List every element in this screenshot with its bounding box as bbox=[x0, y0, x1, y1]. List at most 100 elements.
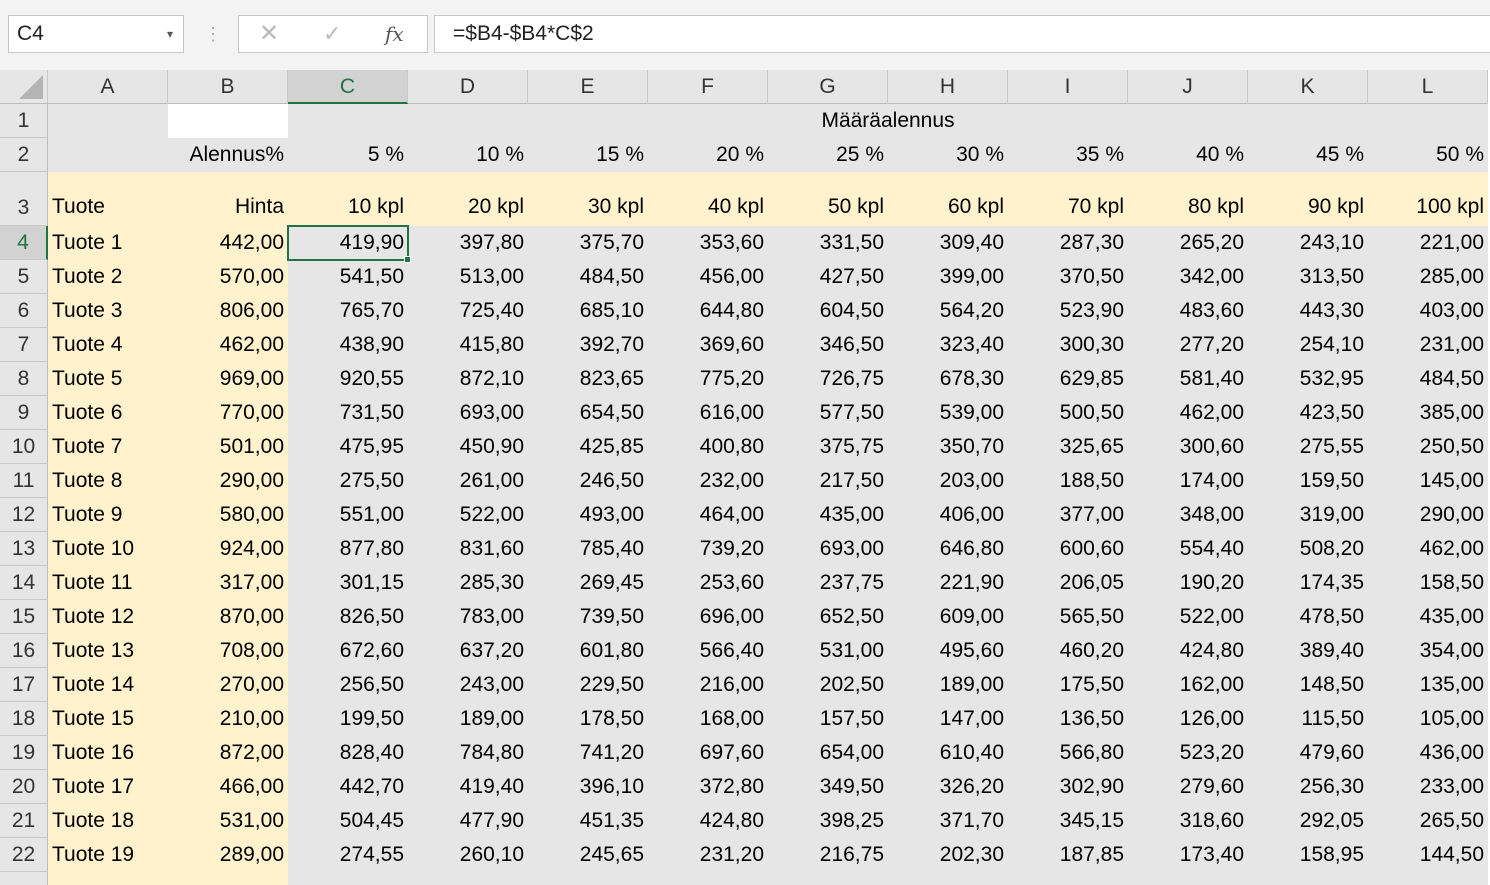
discounted-price[interactable]: 385,00 bbox=[1368, 396, 1488, 430]
discounted-price[interactable]: 300,30 bbox=[1008, 328, 1128, 362]
enter-icon[interactable]: ✓ bbox=[323, 16, 341, 52]
discounted-price[interactable]: 566,80 bbox=[1008, 736, 1128, 770]
cell-a1[interactable] bbox=[48, 104, 168, 138]
row-header-2[interactable]: 2 bbox=[0, 138, 48, 172]
discounted-price[interactable]: 392,70 bbox=[528, 328, 648, 362]
discounted-price[interactable]: 523,90 bbox=[1008, 294, 1128, 328]
discount-l[interactable]: 50 % bbox=[1368, 138, 1488, 172]
row-header-23[interactable] bbox=[0, 872, 48, 885]
product-price[interactable]: 462,00 bbox=[168, 328, 288, 362]
product-name[interactable]: Tuote 12 bbox=[48, 600, 168, 634]
discounted-price[interactable]: 427,50 bbox=[768, 260, 888, 294]
product-price[interactable]: 531,00 bbox=[168, 804, 288, 838]
insert-function-icon[interactable]: fx bbox=[385, 16, 404, 52]
product-name[interactable]: Tuote 8 bbox=[48, 464, 168, 498]
product-price[interactable]: 770,00 bbox=[168, 396, 288, 430]
discounted-price[interactable]: 725,40 bbox=[408, 294, 528, 328]
discounted-price[interactable]: 424,80 bbox=[1128, 634, 1248, 668]
product-name[interactable]: Tuote 10 bbox=[48, 532, 168, 566]
discounted-price[interactable]: 323,40 bbox=[888, 328, 1008, 362]
discounted-price[interactable]: 233,00 bbox=[1368, 770, 1488, 804]
cell-partial-row[interactable] bbox=[1128, 872, 1248, 885]
discounted-price[interactable]: 105,00 bbox=[1368, 702, 1488, 736]
product-name[interactable]: Tuote 7 bbox=[48, 430, 168, 464]
discounted-price[interactable]: 877,80 bbox=[288, 532, 408, 566]
discounted-price[interactable]: 349,50 bbox=[768, 770, 888, 804]
discounted-price[interactable]: 438,90 bbox=[288, 328, 408, 362]
discount-g[interactable]: 25 % bbox=[768, 138, 888, 172]
row-header-21[interactable]: 21 bbox=[0, 804, 48, 838]
discounted-price[interactable]: 478,50 bbox=[1248, 600, 1368, 634]
discounted-price[interactable]: 216,75 bbox=[768, 838, 888, 872]
discounted-price[interactable]: 872,10 bbox=[408, 362, 528, 396]
discounted-price[interactable]: 436,00 bbox=[1368, 736, 1488, 770]
quantity-k[interactable]: 90 kpl bbox=[1248, 172, 1368, 226]
discounted-price[interactable]: 300,60 bbox=[1128, 430, 1248, 464]
discounted-price[interactable]: 731,50 bbox=[288, 396, 408, 430]
discounted-price[interactable]: 566,40 bbox=[648, 634, 768, 668]
discounted-price[interactable]: 654,00 bbox=[768, 736, 888, 770]
product-name[interactable]: Tuote 6 bbox=[48, 396, 168, 430]
cell-partial-row[interactable] bbox=[408, 872, 528, 885]
discounted-price[interactable]: 823,65 bbox=[528, 362, 648, 396]
discounted-price[interactable]: 243,10 bbox=[1248, 226, 1368, 260]
header-hinta[interactable]: Hinta bbox=[168, 172, 288, 226]
discounted-price[interactable]: 375,75 bbox=[768, 430, 888, 464]
discounted-price[interactable]: 442,70 bbox=[288, 770, 408, 804]
product-price[interactable]: 270,00 bbox=[168, 668, 288, 702]
discounted-price[interactable]: 331,50 bbox=[768, 226, 888, 260]
discounted-price[interactable]: 826,50 bbox=[288, 600, 408, 634]
cell-partial-row[interactable] bbox=[888, 872, 1008, 885]
discounted-price[interactable]: 508,20 bbox=[1248, 532, 1368, 566]
cell-partial-row[interactable] bbox=[48, 872, 168, 885]
discounted-price[interactable]: 285,00 bbox=[1368, 260, 1488, 294]
row-header-22[interactable]: 22 bbox=[0, 838, 48, 872]
product-price[interactable]: 924,00 bbox=[168, 532, 288, 566]
discounted-price[interactable]: 462,00 bbox=[1128, 396, 1248, 430]
discounted-price[interactable]: 175,50 bbox=[1008, 668, 1128, 702]
row-header-14[interactable]: 14 bbox=[0, 566, 48, 600]
discounted-price[interactable]: 424,80 bbox=[648, 804, 768, 838]
discounted-price[interactable]: 696,00 bbox=[648, 600, 768, 634]
discounted-price[interactable]: 115,50 bbox=[1248, 702, 1368, 736]
discounted-price[interactable]: 243,00 bbox=[408, 668, 528, 702]
discounted-price[interactable]: 174,00 bbox=[1128, 464, 1248, 498]
discounted-price[interactable]: 318,60 bbox=[1128, 804, 1248, 838]
cell-partial-row[interactable] bbox=[1248, 872, 1368, 885]
discounted-price[interactable]: 532,95 bbox=[1248, 362, 1368, 396]
column-header-f[interactable]: F bbox=[648, 70, 768, 104]
product-name[interactable]: Tuote 3 bbox=[48, 294, 168, 328]
discounted-price[interactable]: 654,50 bbox=[528, 396, 648, 430]
discounted-price[interactable]: 301,15 bbox=[288, 566, 408, 600]
quantity-i[interactable]: 70 kpl bbox=[1008, 172, 1128, 226]
discounted-price[interactable]: 400,80 bbox=[648, 430, 768, 464]
column-header-b[interactable]: B bbox=[168, 70, 288, 104]
discounted-price[interactable]: 348,00 bbox=[1128, 498, 1248, 532]
discounted-price[interactable]: 136,50 bbox=[1008, 702, 1128, 736]
product-name[interactable]: Tuote 9 bbox=[48, 498, 168, 532]
cell-partial-row[interactable] bbox=[1368, 872, 1488, 885]
column-header-d[interactable]: D bbox=[408, 70, 528, 104]
row-header-8[interactable]: 8 bbox=[0, 362, 48, 396]
discounted-price[interactable]: 389,40 bbox=[1248, 634, 1368, 668]
product-name[interactable]: Tuote 17 bbox=[48, 770, 168, 804]
discounted-price[interactable]: 148,50 bbox=[1248, 668, 1368, 702]
discounted-price[interactable]: 577,50 bbox=[768, 396, 888, 430]
discounted-price[interactable]: 644,80 bbox=[648, 294, 768, 328]
discounted-price[interactable]: 199,50 bbox=[288, 702, 408, 736]
product-name[interactable]: Tuote 13 bbox=[48, 634, 168, 668]
discounted-price[interactable]: 604,50 bbox=[768, 294, 888, 328]
discounted-price[interactable]: 159,50 bbox=[1248, 464, 1368, 498]
row-header-20[interactable]: 20 bbox=[0, 770, 48, 804]
product-price[interactable]: 806,00 bbox=[168, 294, 288, 328]
column-header-g[interactable]: G bbox=[768, 70, 888, 104]
discounted-price[interactable]: 693,00 bbox=[408, 396, 528, 430]
merged-title-maaraalennus[interactable]: Määräalennus bbox=[288, 104, 1488, 138]
quantity-d[interactable]: 20 kpl bbox=[408, 172, 528, 226]
cancel-icon[interactable]: ✕ bbox=[259, 16, 279, 52]
discounted-price[interactable]: 477,90 bbox=[408, 804, 528, 838]
discount-j[interactable]: 40 % bbox=[1128, 138, 1248, 172]
discounted-price[interactable]: 313,50 bbox=[1248, 260, 1368, 294]
product-price[interactable]: 870,00 bbox=[168, 600, 288, 634]
product-name[interactable]: Tuote 4 bbox=[48, 328, 168, 362]
